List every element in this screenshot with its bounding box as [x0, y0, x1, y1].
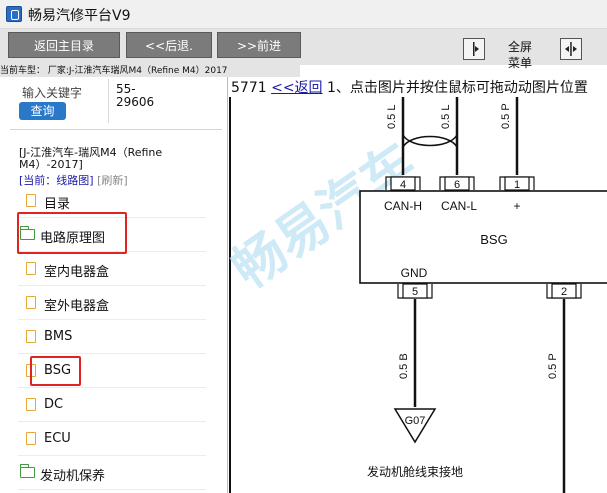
pin-number: 1: [514, 179, 520, 191]
back-button[interactable]: <<后退.: [126, 32, 212, 58]
code-value: 55-29606: [116, 82, 155, 109]
wire-label: 0.5 L: [386, 105, 398, 129]
wire-label: 0.5 B: [398, 353, 410, 379]
highlight-box: [30, 356, 81, 386]
wiring-diagram-panel: 5771 <<返回 1、点击图片并按住鼠标可拖动动图片位置 畅易汽车 0.5 L…: [229, 77, 607, 493]
split-view-button[interactable]: [560, 38, 582, 60]
tree-item-label: 室外电器盒: [44, 299, 110, 314]
pin-number: 6: [454, 179, 460, 191]
pin-number: 2: [561, 286, 567, 298]
wire-label: 0.5 P: [500, 103, 512, 129]
document-icon: [26, 262, 36, 275]
tree-item-outdoor-fusebox[interactable]: 室外电器盒: [18, 286, 206, 320]
panel-toggle-button[interactable]: [463, 38, 485, 60]
tree-item-indoor-fusebox[interactable]: 室内电器盒: [18, 252, 206, 286]
tree-item-dc[interactable]: DC: [18, 388, 206, 422]
tree-item-label: DC: [44, 397, 64, 412]
module-name: BSG: [480, 232, 507, 247]
window-title: 畅易汽修平台V9: [28, 8, 131, 24]
menu-label[interactable]: 菜单: [505, 56, 535, 70]
document-icon: [26, 296, 36, 309]
highlight-box: [17, 212, 127, 254]
current-car-model: 当前车型： 厂家:J-江淮汽车瑞风M4（Refine M4）2017: [0, 65, 300, 77]
folder-icon: [20, 464, 35, 478]
pin-label: CAN-L: [441, 199, 477, 213]
ground-location: 发动机舱线束接地: [367, 464, 463, 479]
app-window: 畅易汽修平台V9 返回主目录 <<后退. >>前进 全屏 菜单 当前车型： 厂家…: [0, 0, 607, 493]
pin-label: CAN-H: [384, 199, 422, 213]
forward-button[interactable]: >>前进: [217, 32, 301, 58]
title-bar: 畅易汽修平台V9: [0, 0, 607, 29]
document-icon: [26, 330, 36, 343]
search-button[interactable]: 查询: [19, 102, 66, 120]
wire-label: 0.5 L: [440, 105, 452, 129]
wire-label: 0.5 P: [547, 353, 559, 379]
app-icon: [6, 6, 22, 22]
document-icon: [26, 194, 36, 207]
tree-item-bms[interactable]: BMS: [18, 320, 206, 354]
model-name: [J-江淮汽车-瑞风M4（Refine M4）-2017]: [19, 146, 163, 171]
pin-number: 4: [400, 179, 406, 191]
tree-item-label: 目录: [44, 197, 71, 212]
pin-label: +: [513, 199, 520, 213]
tree-item-label: 发动机保养: [40, 469, 106, 484]
tree-item-label: BMS: [44, 329, 73, 344]
ground-id: G07: [405, 415, 426, 427]
twisted-pair-icon: [402, 134, 458, 148]
document-icon: [26, 398, 36, 411]
split-arrows-icon: [565, 42, 577, 56]
toolbar: 返回主目录 <<后退. >>前进 全屏 菜单: [0, 29, 607, 70]
wiring-diagram[interactable]: 畅易汽车 0.5 L 0.5 L 0.5 P 4 6 1 CAN-H CAN-L…: [229, 77, 607, 493]
pin-label: GND: [401, 266, 428, 280]
fullscreen-label[interactable]: 全屏: [505, 40, 535, 54]
pin-number: 5: [412, 286, 418, 298]
divider: [10, 129, 222, 130]
search-label[interactable]: 输入关键字: [22, 84, 82, 101]
expand-panel-icon: [473, 42, 479, 56]
tree-item-engine-maintenance[interactable]: 发动机保养: [18, 456, 206, 490]
back-main-button[interactable]: 返回主目录: [8, 32, 120, 58]
sidebar: 输入关键字 查询 55-29606 [J-江淮汽车-瑞风M4（Refine M4…: [0, 77, 228, 493]
tree-item-label: ECU: [44, 431, 71, 446]
document-icon: [26, 432, 36, 445]
divider: [108, 79, 109, 123]
tree-item-ecu[interactable]: ECU: [18, 422, 206, 456]
tree-item-label: 室内电器盒: [44, 265, 110, 280]
